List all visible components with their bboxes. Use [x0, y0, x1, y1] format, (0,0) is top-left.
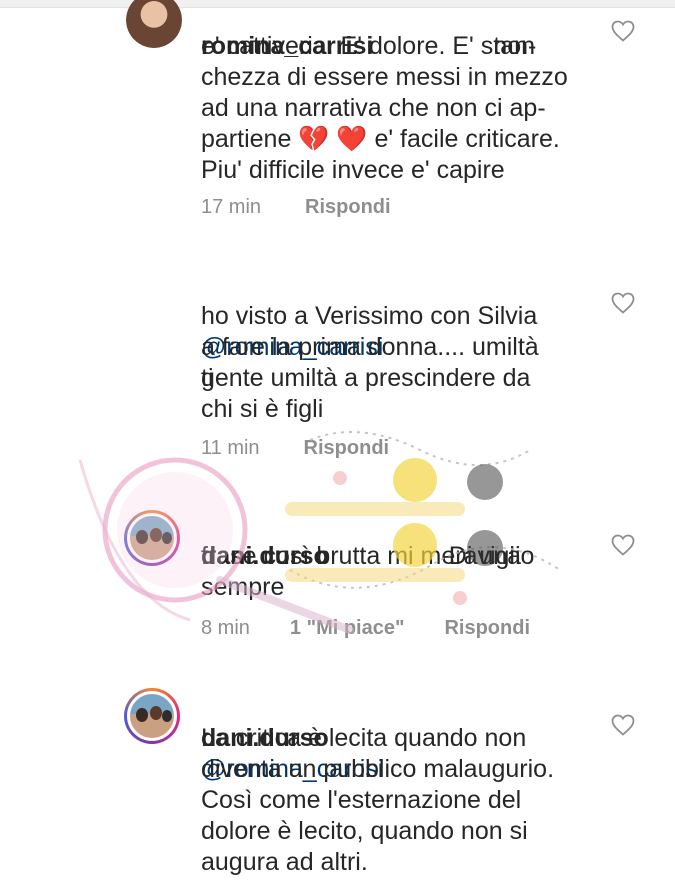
- heart-outline-icon[interactable]: [611, 714, 635, 736]
- comment-body: e' cattiveria. E' dolore. E' stan- chezz…: [201, 32, 568, 184]
- comment-time: 8 min: [201, 617, 250, 639]
- comment-body: ho visto a Verissimo con Silvia a fare l…: [201, 302, 539, 423]
- avatar[interactable]: [124, 510, 180, 566]
- reply-button[interactable]: Rispondi: [305, 196, 391, 219]
- heart-outline-icon[interactable]: [611, 292, 635, 314]
- comment-body: La critica è lecita quando non diventa u…: [201, 724, 555, 876]
- comment-body: frase così brutta mi meraviglio sempre: [201, 542, 535, 601]
- avatar[interactable]: [126, 0, 182, 48]
- likes-count[interactable]: 1 "Mi piace": [290, 617, 405, 640]
- heart-outline-icon[interactable]: [611, 534, 635, 556]
- heart-outline-icon[interactable]: [611, 20, 635, 42]
- comment-time: 11 min: [201, 437, 260, 459]
- reply-button[interactable]: Rispondi: [444, 617, 530, 640]
- avatar[interactable]: [124, 688, 180, 744]
- reply-button[interactable]: Rispondi: [304, 437, 390, 460]
- comment-time: 17 min: [201, 196, 262, 218]
